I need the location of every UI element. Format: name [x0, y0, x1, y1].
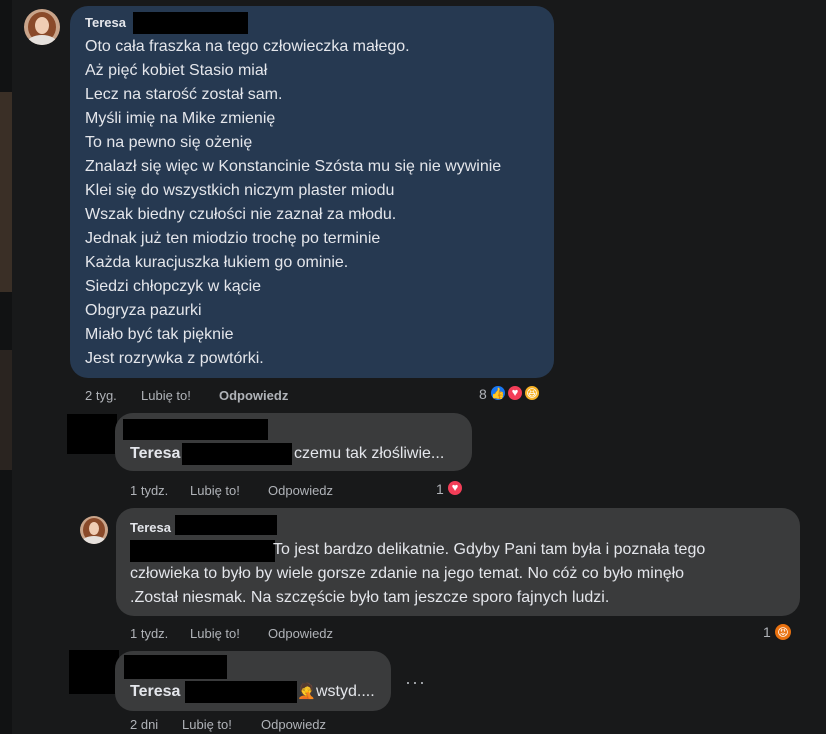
more-options-icon[interactable]: ···: [405, 672, 426, 693]
comment-text-line: Siedzi chłopczyk w kącie: [85, 278, 262, 295]
comment-text-line: Miało być tak pięknie: [85, 326, 234, 343]
comment-text-line: człowieka to było by wiele gorsze zdanie…: [130, 565, 685, 582]
reaction-count[interactable]: 1: [763, 624, 771, 640]
comment-time[interactable]: 1 tydz.: [130, 626, 168, 641]
reply-button[interactable]: Odpowiedz: [219, 388, 288, 403]
love-icon: ♥: [446, 479, 464, 497]
comment-text-line: Lecz na starość został sam.: [85, 86, 283, 103]
comment-time[interactable]: 1 tydz.: [130, 483, 168, 498]
comment-text-line: Obgryza pazurki: [85, 302, 202, 319]
cropped-image: [0, 350, 12, 470]
redacted-name: [175, 515, 277, 535]
reply-button[interactable]: Odpowiedz: [268, 483, 333, 498]
mention-tag[interactable]: Teresa: [130, 445, 180, 463]
reaction-count[interactable]: 8: [479, 386, 487, 402]
comment-time[interactable]: 2 tyg.: [85, 388, 117, 403]
cropped-image: [0, 92, 12, 292]
reaction-count[interactable]: 1: [436, 481, 444, 497]
comment-text-line: To jest bardzo delikatnie. Gdyby Pani ta…: [273, 541, 706, 558]
reply-button[interactable]: Odpowiedz: [268, 626, 333, 641]
comment-text-line: Oto cała fraszka na tego człowieczka mał…: [85, 38, 410, 55]
comment-text-line: Znalazł się więc w Konstancinie Szósta m…: [85, 158, 502, 175]
redacted-name: [124, 655, 227, 679]
haha-icon: 😆: [523, 384, 541, 402]
redacted-avatar: [69, 650, 119, 694]
comment-text-line: Klei się do wszystkich niczym plaster mi…: [85, 182, 395, 199]
comment-text-line: Wszak biedny czułości nie zaznał za młod…: [85, 206, 397, 223]
comment-author[interactable]: Teresa: [130, 520, 171, 535]
redacted-mention: [130, 540, 275, 562]
redacted-name: [133, 12, 248, 34]
facepalm-emoji: 🤦: [297, 683, 316, 700]
comment-text-line: Jest rozrywka z powtórki.: [85, 350, 264, 367]
like-icon: 👍: [489, 384, 507, 402]
mention-tag[interactable]: Teresa: [130, 683, 180, 701]
redacted-mention: [182, 443, 292, 465]
like-button[interactable]: Lubię to!: [190, 483, 240, 498]
avatar[interactable]: [80, 516, 108, 544]
like-button[interactable]: Lubię to!: [141, 388, 191, 403]
comment-text-line: Aż pięć kobiet Stasio miał: [85, 62, 268, 79]
comment-author[interactable]: Teresa: [85, 15, 126, 30]
love-icon: ♥: [506, 384, 524, 402]
comment-text-line: .Został niesmak. Na szczęście było tam j…: [130, 589, 610, 606]
redacted-avatar: [67, 414, 117, 454]
comment-time[interactable]: 2 dni: [130, 717, 158, 732]
comment-text-line: Każda kuracjuszka łukiem go ominie.: [85, 254, 349, 271]
like-button[interactable]: Lubię to!: [190, 626, 240, 641]
comment-text-line: Jednak już ten miodzio trochę po termini…: [85, 230, 381, 247]
left-edge-strip: [0, 0, 12, 734]
reply-button[interactable]: Odpowiedz: [261, 717, 326, 732]
avatar[interactable]: [24, 9, 60, 45]
like-button[interactable]: Lubię to!: [182, 717, 232, 732]
comment-text-line: To na pewno się ożenię: [85, 134, 253, 151]
comment-text-line: Myśli imię na Mike zmienię: [85, 110, 276, 127]
angry-icon: 😡: [773, 622, 793, 642]
comment-text: wstyd....: [316, 683, 375, 700]
redacted-name: [123, 419, 268, 440]
comment-text: czemu tak złośliwie...: [294, 445, 445, 462]
redacted-mention: [185, 681, 297, 703]
